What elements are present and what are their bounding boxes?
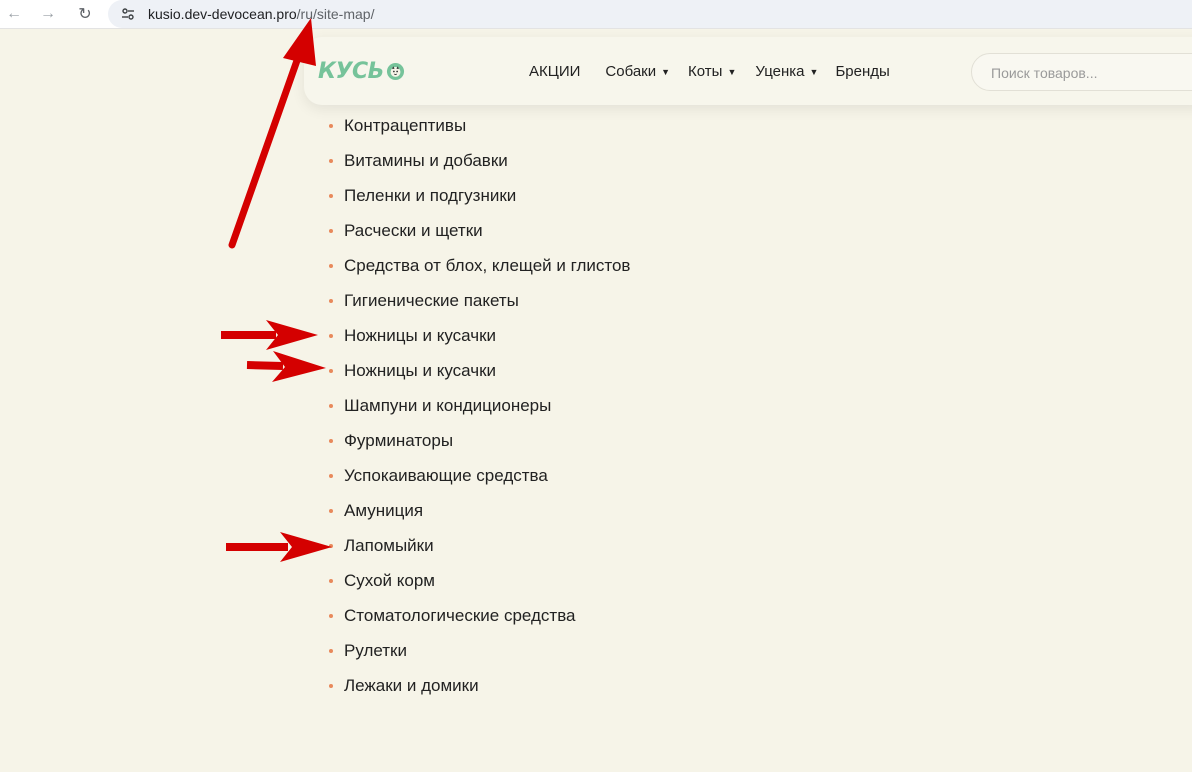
main-nav: АКЦИИ Собаки ▼ Коты ▼ Уценка ▼ Бренды — [529, 63, 890, 81]
list-item: Фурминаторы — [328, 423, 630, 458]
bullet-icon — [329, 474, 333, 478]
sitemap-link[interactable]: Витамины и добавки — [344, 151, 508, 170]
sitemap-link[interactable]: Рулетки — [344, 641, 407, 660]
site-logo[interactable]: КУСЬ — [318, 59, 405, 84]
bullet-icon — [329, 404, 333, 408]
list-item: Стоматологические средства — [328, 598, 630, 633]
chevron-down-icon: ▼ — [727, 67, 737, 77]
browser-toolbar: ← → ↻ kusio.dev-devocean.pro/ru/site-map… — [0, 0, 1192, 29]
tune-icon[interactable] — [120, 6, 136, 22]
nav-label: АКЦИИ — [529, 63, 581, 80]
sitemap-list: Контрацептивы Витамины и добавки Пеленки… — [328, 108, 630, 703]
list-item: Сухой корм — [328, 563, 630, 598]
arrow-right-icon: → — [40, 5, 56, 22]
bullet-icon — [329, 684, 333, 688]
sitemap-link[interactable]: Шампуни и кондиционеры — [344, 396, 551, 415]
list-item: Шампуни и кондиционеры — [328, 388, 630, 423]
list-item: Ножницы и кусачки — [328, 318, 630, 353]
nav-item-dogs[interactable]: Собаки ▼ — [605, 63, 670, 81]
nav-item-sale[interactable]: Уценка ▼ — [755, 63, 818, 81]
nav-item-brands[interactable]: Бренды — [835, 63, 889, 81]
sitemap-link[interactable]: Пеленки и подгузники — [344, 186, 516, 205]
sitemap-link[interactable]: Стоматологические средства — [344, 606, 576, 625]
list-item: Лежаки и домики — [328, 668, 630, 703]
url-text[interactable]: kusio.dev-devocean.pro/ru/site-map/ — [148, 6, 374, 22]
nav-label: Бренды — [835, 63, 890, 80]
list-item: Гигиенические пакеты — [328, 283, 630, 318]
sitemap-link[interactable]: Амуниция — [344, 501, 423, 520]
bullet-icon — [329, 124, 333, 128]
list-item: Контрацептивы — [328, 108, 630, 143]
bullet-icon — [329, 159, 333, 163]
arrow-to-duplicate-2-icon — [246, 351, 326, 382]
nav-label: Коты — [688, 63, 723, 80]
sitemap-link[interactable]: Фурминаторы — [344, 431, 453, 450]
url-host: kusio.dev-devocean.pro — [148, 6, 297, 22]
bullet-icon — [329, 229, 333, 233]
bullet-icon — [329, 194, 333, 198]
search-input[interactable] — [989, 64, 1192, 82]
list-item: Лапомыйки — [328, 528, 630, 563]
sitemap-link[interactable]: Успокаивающие средства — [344, 466, 548, 485]
sitemap-link[interactable]: Сухой корм — [344, 571, 435, 590]
nav-item-promo[interactable]: АКЦИИ — [529, 63, 580, 81]
forward-button[interactable]: → — [37, 3, 59, 25]
sitemap-link[interactable]: Лежаки и домики — [344, 676, 479, 695]
bullet-icon — [329, 299, 333, 303]
reload-button[interactable]: ↻ — [74, 3, 96, 25]
bullet-icon — [329, 264, 333, 268]
bullet-icon — [329, 579, 333, 583]
list-item: Витамины и добавки — [328, 143, 630, 178]
sitemap-link[interactable]: Контрацептивы — [344, 116, 466, 135]
site-header: КУСЬ АКЦИИ Собаки ▼ Коты ▼ Уценка ▼ Брен… — [304, 37, 1192, 105]
arrow-to-lapomyiki-icon — [226, 532, 332, 562]
list-item: Расчески и щетки — [328, 213, 630, 248]
bullet-icon — [329, 334, 333, 338]
nav-label: Собаки — [605, 63, 657, 80]
reload-icon: ↻ — [78, 6, 92, 23]
address-bar[interactable]: kusio.dev-devocean.pro/ru/site-map/ — [108, 0, 1192, 28]
bullet-icon — [329, 369, 333, 373]
bullet-icon — [329, 544, 333, 548]
cat-face-icon — [386, 62, 404, 81]
chevron-down-icon: ▼ — [661, 67, 671, 77]
arrow-to-duplicate-1-icon — [221, 320, 318, 350]
arrow-left-icon: ← — [6, 5, 22, 22]
sitemap-link[interactable]: Ножницы и кусачки — [344, 361, 496, 380]
url-path: /ru/site-map/ — [296, 6, 375, 22]
sitemap-link[interactable]: Ножницы и кусачки — [344, 326, 496, 345]
sitemap-link[interactable]: Средства от блох, клещей и глистов — [344, 256, 630, 275]
bullet-icon — [329, 439, 333, 443]
back-button[interactable]: ← — [3, 3, 25, 25]
list-item: Успокаивающие средства — [328, 458, 630, 493]
sitemap-link[interactable]: Расчески и щетки — [344, 221, 483, 240]
logo-text: КУСЬ — [318, 59, 384, 84]
chevron-down-icon: ▼ — [809, 67, 819, 77]
search-box[interactable] — [971, 53, 1192, 91]
bullet-icon — [329, 649, 333, 653]
list-item: Ножницы и кусачки — [328, 353, 630, 388]
list-item: Средства от блох, клещей и глистов — [328, 248, 630, 283]
nav-label: Уценка — [755, 63, 805, 80]
sitemap-link[interactable]: Лапомыйки — [344, 536, 434, 555]
nav-item-cats[interactable]: Коты ▼ — [688, 63, 736, 81]
list-item: Амуниция — [328, 493, 630, 528]
list-item: Пеленки и подгузники — [328, 178, 630, 213]
bullet-icon — [329, 614, 333, 618]
sitemap-link[interactable]: Гигиенические пакеты — [344, 291, 519, 310]
list-item: Рулетки — [328, 633, 630, 668]
bullet-icon — [329, 509, 333, 513]
